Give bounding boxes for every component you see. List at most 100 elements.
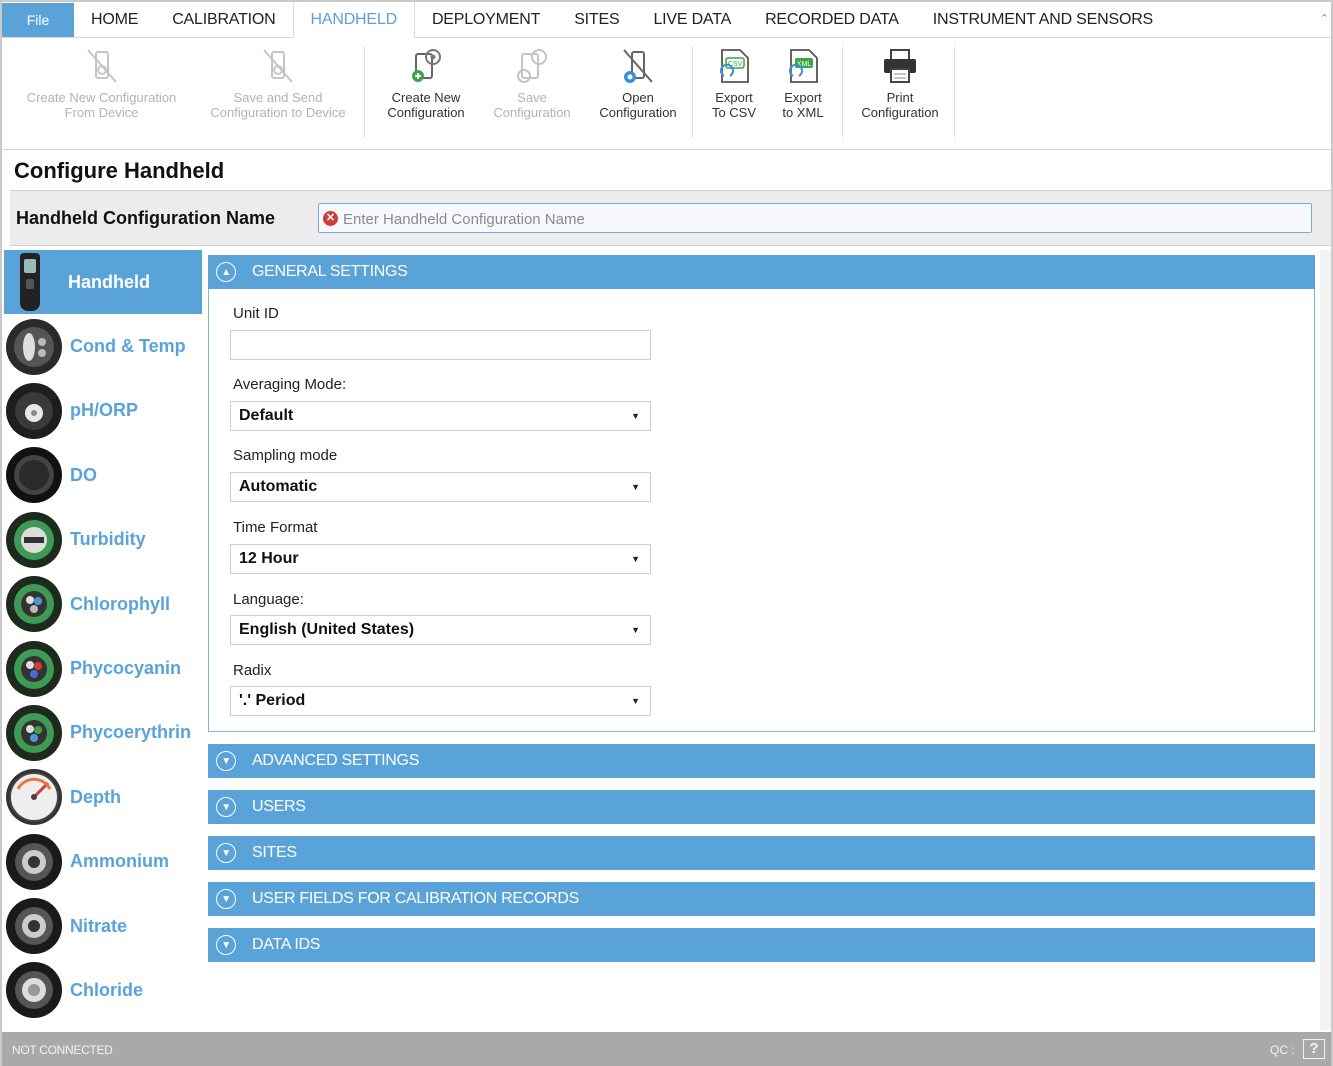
menu-recorded-data[interactable]: RECORDED DATA xyxy=(748,3,916,37)
advanced-settings-title: ADVANCED SETTINGS xyxy=(252,752,420,769)
xml-file-icon: XML xyxy=(789,49,818,83)
export-xml-label-1: Export xyxy=(784,90,822,105)
file-tab[interactable]: File xyxy=(2,2,74,37)
users-title: USERS xyxy=(252,798,306,815)
ribbon: Create New Configuration From Device Sav… xyxy=(2,38,1331,150)
unit-id-input[interactable] xyxy=(230,330,651,360)
sidebar-item-label: Chloride xyxy=(70,979,144,1000)
save-send-label-1: Save and Send xyxy=(233,90,323,105)
dropdown-arrow-icon: ▼ xyxy=(631,411,640,421)
save-send-label-2: Configuration to Device xyxy=(210,105,346,120)
time-format-select[interactable]: 12 Hour ▼ xyxy=(230,544,651,574)
create-from-device-label-1: Create New Configuration xyxy=(26,90,177,105)
chevron-up-icon: ▲ xyxy=(216,262,236,282)
sidebar-item-label: Ammonium xyxy=(70,851,169,872)
dropdown-arrow-icon: ▼ xyxy=(631,696,640,706)
vertical-scrollbar[interactable] xyxy=(1320,250,1331,1030)
advanced-settings-header[interactable]: ▼ ADVANCED SETTINGS xyxy=(208,744,1315,778)
user-fields-title: USER FIELDS FOR CALIBRATION RECORDS xyxy=(252,890,580,907)
language-select[interactable]: English (United States) ▼ xyxy=(230,615,651,645)
sidebar-item-label: DO xyxy=(70,464,97,485)
ph-orp-sensor-icon xyxy=(6,382,62,439)
chevron-down-icon: ▼ xyxy=(216,935,236,955)
menu-deployment[interactable]: DEPLOYMENT xyxy=(415,3,557,37)
config-name-field[interactable]: ✕ xyxy=(318,203,1312,233)
settings-panel: ▲ GENERAL SETTINGS Unit ID Averaging Mod… xyxy=(208,255,1315,962)
create-new-config-button[interactable]: Create New Configuration xyxy=(376,46,476,120)
averaging-mode-label: Averaging Mode: xyxy=(233,376,347,393)
print-config-button[interactable]: Print Configuration xyxy=(850,46,950,120)
general-settings-title: GENERAL SETTINGS xyxy=(252,263,408,280)
users-header[interactable]: ▼ USERS xyxy=(208,790,1315,824)
print-config-label-2: Configuration xyxy=(861,105,939,120)
create-from-device-button[interactable]: Create New Configuration From Device xyxy=(14,46,189,120)
dropdown-arrow-icon: ▼ xyxy=(631,482,640,492)
save-config-disabled-icon xyxy=(517,49,547,83)
sidebar-item-nitrate[interactable]: Nitrate xyxy=(4,894,202,958)
sidebar-item-phycocyanin[interactable]: Phycocyanin xyxy=(4,636,202,700)
create-new-config-label-1: Create New xyxy=(391,90,461,105)
depth-gauge-icon xyxy=(6,769,62,826)
sampling-mode-label: Sampling mode xyxy=(233,447,338,464)
sidebar-item-handheld[interactable]: Handheld xyxy=(4,250,202,315)
sidebar-item-ph-orp[interactable]: pH/ORP xyxy=(4,379,202,443)
sidebar-item-phycoerythrin[interactable]: Phycoerythrin xyxy=(4,701,202,765)
save-send-button[interactable]: Save and Send Configuration to Device xyxy=(198,46,358,120)
sidebar-item-label: Turbidity xyxy=(70,529,146,550)
menu-handheld[interactable]: HANDHELD xyxy=(292,1,415,38)
sidebar-item-depth[interactable]: Depth xyxy=(4,765,202,829)
data-ids-header[interactable]: ▼ DATA IDS xyxy=(208,928,1315,962)
create-from-device-label-2: From Device xyxy=(64,105,139,120)
dropdown-arrow-icon: ▼ xyxy=(631,625,640,635)
ribbon-collapse-icon[interactable]: ⌃ xyxy=(1320,12,1329,25)
open-config-label-2: Configuration xyxy=(599,105,677,120)
sites-header[interactable]: ▼ SITES xyxy=(208,836,1315,870)
open-config-button[interactable]: Open Configuration xyxy=(590,46,686,120)
sidebar-item-chloride[interactable]: Chloride xyxy=(4,958,202,1022)
sidebar-item-ammonium[interactable]: Ammonium xyxy=(4,830,202,894)
sidebar-item-turbidity[interactable]: Turbidity xyxy=(4,508,202,572)
averaging-mode-select[interactable]: Default ▼ xyxy=(230,401,651,431)
save-config-label-1: Save xyxy=(517,90,547,105)
sampling-mode-select[interactable]: Automatic ▼ xyxy=(230,472,651,502)
sidebar-item-do[interactable]: DO xyxy=(4,443,202,507)
menu-sites[interactable]: SITES xyxy=(557,3,636,37)
save-config-button[interactable]: Save Configuration xyxy=(484,46,580,120)
data-ids-title: DATA IDS xyxy=(252,936,321,953)
ammonium-sensor-icon xyxy=(6,833,62,890)
save-config-label-2: Configuration xyxy=(493,105,571,120)
sampling-mode-value: Automatic xyxy=(239,478,318,495)
printer-icon xyxy=(884,49,916,83)
export-csv-button[interactable]: CSV Export To CSV xyxy=(702,46,766,120)
user-fields-header[interactable]: ▼ USER FIELDS FOR CALIBRATION RECORDS xyxy=(208,882,1315,916)
open-config-label-1: Open xyxy=(622,90,654,105)
general-settings-header[interactable]: ▲ GENERAL SETTINGS xyxy=(208,255,1315,289)
chloride-sensor-icon xyxy=(6,962,62,1019)
status-bar: NOT CONNECTED QC : ? xyxy=(2,1032,1331,1066)
menu-live-data[interactable]: LIVE DATA xyxy=(636,3,748,37)
radix-select[interactable]: '.' Period ▼ xyxy=(230,686,651,716)
sidebar-item-label: Phycocyanin xyxy=(70,658,182,679)
language-label: Language: xyxy=(233,591,304,608)
send-disabled-icon xyxy=(263,49,293,83)
export-xml-label-2: to XML xyxy=(782,105,824,120)
sites-title: SITES xyxy=(252,844,297,861)
radix-label: Radix xyxy=(233,662,272,679)
menu-calibration[interactable]: CALIBRATION xyxy=(155,3,292,37)
create-new-config-label-2: Configuration xyxy=(387,105,465,120)
export-csv-label-2: To CSV xyxy=(711,105,757,120)
phycoerythrin-sensor-icon xyxy=(6,704,62,761)
config-name-label: Handheld Configuration Name xyxy=(16,208,276,228)
sidebar-item-label: Nitrate xyxy=(70,915,128,936)
help-button[interactable]: ? xyxy=(1303,1039,1325,1059)
menu-bar: File HOME CALIBRATION HANDHELD DEPLOYMEN… xyxy=(2,1,1331,38)
menu-instrument-sensors[interactable]: INSTRUMENT AND SENSORS xyxy=(916,3,1170,37)
print-config-label-1: Print xyxy=(886,90,914,105)
config-name-input[interactable] xyxy=(343,208,1303,230)
sidebar-item-cond-temp[interactable]: Cond & Temp xyxy=(4,314,202,378)
error-icon: ✕ xyxy=(323,211,338,226)
phycocyanin-sensor-icon xyxy=(6,640,62,697)
menu-home[interactable]: HOME xyxy=(74,3,155,37)
sidebar-item-chlorophyll[interactable]: Chlorophyll xyxy=(4,572,202,636)
export-xml-button[interactable]: XML Export to XML xyxy=(770,46,836,120)
